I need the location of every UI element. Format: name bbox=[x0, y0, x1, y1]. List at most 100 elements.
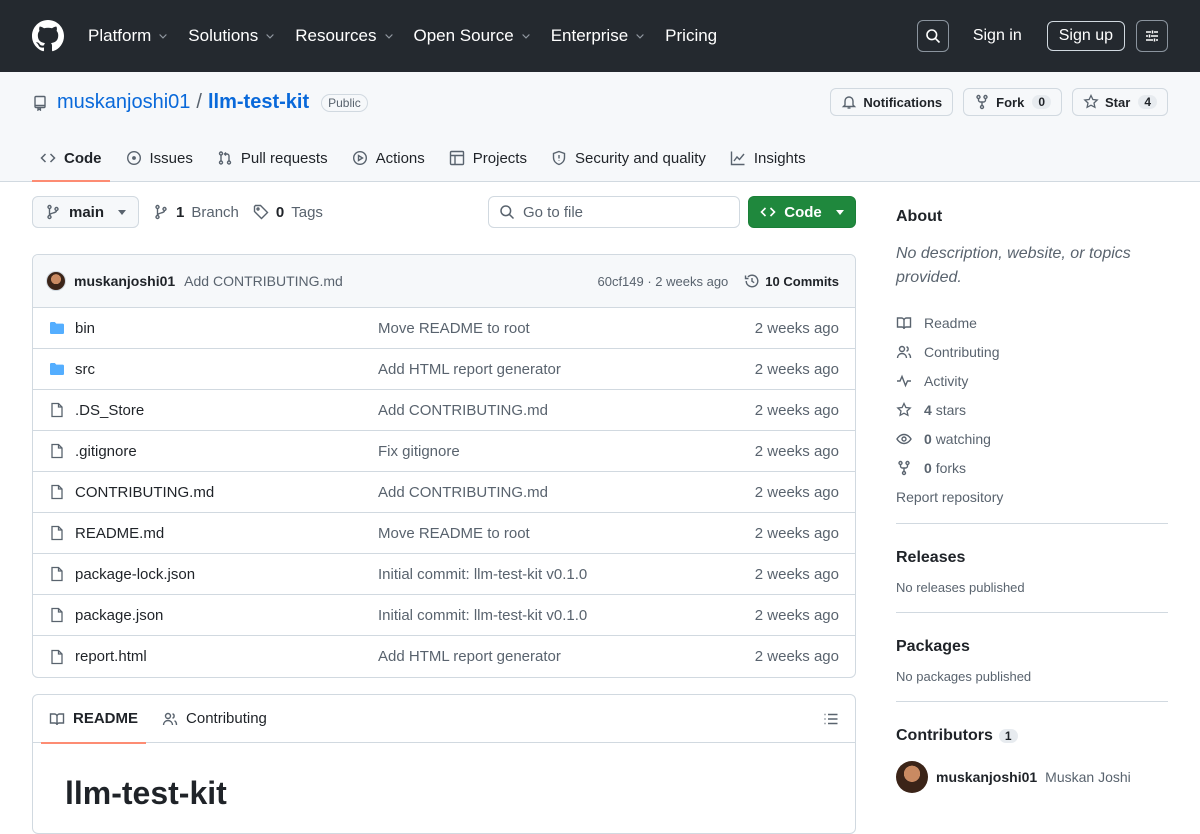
file-commit-message-link[interactable]: Move README to root bbox=[378, 525, 755, 542]
file-commit-message-link[interactable]: Add HTML report generator bbox=[378, 361, 755, 378]
eye-icon bbox=[896, 433, 912, 444]
sign-up-button[interactable]: Sign up bbox=[1046, 21, 1125, 51]
tab-actions[interactable]: Actions bbox=[344, 135, 433, 181]
repo-title: muskanjoshi01 / llm-test-kit Public bbox=[32, 91, 368, 114]
branches-link[interactable]: 1 Branch bbox=[153, 204, 239, 221]
folder-icon bbox=[50, 322, 64, 334]
table-row[interactable]: .DS_Store Add CONTRIBUTING.md 2 weeks ago bbox=[33, 390, 855, 431]
nav-open-source[interactable]: Open Source bbox=[414, 26, 532, 46]
file-name-link[interactable]: bin bbox=[75, 320, 378, 337]
commit-hash-age[interactable]: 60cf149 · 2 weeks ago bbox=[597, 274, 728, 289]
search-icon bbox=[500, 205, 515, 220]
code-icon bbox=[40, 153, 56, 163]
nav-enterprise[interactable]: Enterprise bbox=[551, 26, 646, 46]
file-commit-message-link[interactable]: Add CONTRIBUTING.md bbox=[378, 484, 755, 501]
readme-heading: llm-test-kit bbox=[65, 775, 227, 811]
file-name-link[interactable]: CONTRIBUTING.md bbox=[75, 484, 378, 501]
tab-label: Contributing bbox=[186, 710, 267, 727]
tab-label: Projects bbox=[472, 149, 527, 167]
file-commit-message-link[interactable]: Fix gitignore bbox=[378, 443, 755, 460]
repo-owner-link[interactable]: muskanjoshi01 bbox=[57, 91, 190, 114]
list-outline-icon[interactable] bbox=[823, 711, 839, 727]
commits-history-link[interactable]: 10 Commits bbox=[744, 273, 839, 289]
tab-label: Issues bbox=[149, 149, 193, 167]
notifications-button[interactable]: Notifications bbox=[830, 88, 954, 116]
caret-down-icon bbox=[835, 209, 844, 215]
contributors-label: Contributors bbox=[896, 727, 993, 744]
activity-label: Activity bbox=[924, 372, 969, 389]
table-row[interactable]: report.html Add HTML report generator 2 we… bbox=[33, 636, 855, 677]
file-name-link[interactable]: .gitignore bbox=[75, 443, 378, 460]
stars-link[interactable]: 4 stars bbox=[896, 395, 1168, 424]
table-row[interactable]: src Add HTML report generator 2 weeks ago bbox=[33, 349, 855, 390]
tab-issues[interactable]: Issues bbox=[118, 135, 201, 181]
file-icon bbox=[51, 566, 63, 582]
tab-pull-requests[interactable]: Pull requests bbox=[209, 135, 336, 181]
table-row[interactable]: CONTRIBUTING.md Add CONTRIBUTING.md 2 week… bbox=[33, 472, 855, 513]
star-button[interactable]: Star 4 bbox=[1072, 88, 1168, 116]
contributor-item[interactable]: muskanjoshi01 Muskan Joshi bbox=[896, 761, 1168, 793]
tab-contributing[interactable]: Contributing bbox=[154, 695, 275, 743]
code-dropdown-button[interactable]: Code bbox=[748, 196, 856, 228]
global-header: Platform Solutions Resources Open Source… bbox=[0, 0, 1200, 72]
nav-platform[interactable]: Platform bbox=[88, 26, 169, 46]
table-row[interactable]: .gitignore Fix gitignore 2 weeks ago bbox=[33, 431, 855, 472]
watching-link[interactable]: 0 watching bbox=[896, 424, 1168, 453]
commit-message-link[interactable]: Add CONTRIBUTING.md bbox=[184, 273, 343, 289]
releases-heading[interactable]: Releases bbox=[896, 549, 1168, 567]
people-icon bbox=[896, 345, 912, 358]
file-commit-age: 2 weeks ago bbox=[754, 648, 839, 665]
contributing-link[interactable]: Contributing bbox=[896, 337, 1168, 366]
table-row[interactable]: package-lock.json Initial commit: llm-tes… bbox=[33, 554, 855, 595]
table-row[interactable]: bin Move README to root 2 weeks ago bbox=[33, 308, 855, 349]
tab-insights[interactable]: Insights bbox=[722, 135, 814, 181]
table-row[interactable]: package.json Initial commit: llm-test-kit… bbox=[33, 595, 855, 636]
file-commit-message-link[interactable]: Add HTML report generator bbox=[378, 648, 755, 665]
repo-name-link[interactable]: llm-test-kit bbox=[208, 91, 309, 114]
fork-icon bbox=[976, 94, 988, 110]
go-to-file-input[interactable]: Go to file bbox=[488, 196, 740, 228]
report-repository-link[interactable]: Report repository bbox=[896, 482, 1168, 511]
file-commit-message-link[interactable]: Initial commit: llm-test-kit v0.1.0 bbox=[378, 607, 755, 624]
github-logo-icon[interactable] bbox=[32, 20, 64, 52]
file-name-link[interactable]: package-lock.json bbox=[75, 566, 378, 583]
menu-button[interactable] bbox=[1136, 20, 1168, 52]
file-name-link[interactable]: src bbox=[75, 361, 378, 378]
tab-security[interactable]: Security and quality bbox=[543, 135, 714, 181]
search-button[interactable] bbox=[916, 20, 949, 52]
tags-link[interactable]: 0 Tags bbox=[253, 204, 323, 221]
global-nav: Platform Solutions Resources Open Source… bbox=[88, 26, 736, 46]
tab-readme[interactable]: README bbox=[41, 695, 147, 744]
pull-request-icon bbox=[218, 151, 232, 165]
file-commit-message-link[interactable]: Add CONTRIBUTING.md bbox=[378, 402, 755, 419]
contributor-login[interactable]: muskanjoshi01 bbox=[936, 769, 1037, 785]
avatar[interactable] bbox=[896, 761, 928, 793]
avatar[interactable] bbox=[46, 271, 66, 291]
nav-pricing[interactable]: Pricing bbox=[665, 26, 717, 46]
file-name-link[interactable]: report.html bbox=[75, 648, 378, 665]
main-content: main 1 Branch 0 Tags Go to file Code mus… bbox=[32, 183, 856, 834]
play-icon bbox=[352, 150, 367, 166]
forks-link[interactable]: 0 forks bbox=[896, 453, 1168, 482]
nav-solutions[interactable]: Solutions bbox=[188, 26, 276, 46]
packages-heading[interactable]: Packages bbox=[896, 638, 1168, 656]
file-name-link[interactable]: .DS_Store bbox=[75, 402, 378, 419]
table-row[interactable]: README.md Move README to root 2 weeks ago bbox=[33, 513, 855, 554]
readme-link[interactable]: Readme bbox=[896, 308, 1168, 337]
activity-link[interactable]: Activity bbox=[896, 366, 1168, 395]
sign-in-link[interactable]: Sign in bbox=[973, 27, 1022, 45]
file-name-link[interactable]: package.json bbox=[75, 607, 378, 624]
tab-projects[interactable]: Projects bbox=[441, 135, 535, 181]
commit-author-link[interactable]: muskanjoshi01 bbox=[74, 273, 175, 289]
tab-code[interactable]: Code bbox=[32, 135, 110, 182]
contributors-heading[interactable]: Contributors 1 bbox=[896, 727, 1168, 745]
file-commit-age: 2 weeks ago bbox=[754, 442, 839, 460]
nav-resources[interactable]: Resources bbox=[295, 26, 394, 46]
file-name-link[interactable]: README.md bbox=[75, 525, 378, 542]
file-commit-message-link[interactable]: Move README to root bbox=[378, 320, 755, 337]
fork-button[interactable]: Fork 0 bbox=[963, 88, 1063, 116]
file-commit-age: 2 weeks ago bbox=[754, 319, 839, 337]
branch-select-button[interactable]: main bbox=[32, 196, 140, 228]
contributing-label: Contributing bbox=[924, 343, 1000, 360]
file-commit-message-link[interactable]: Initial commit: llm-test-kit v0.1.0 bbox=[378, 566, 755, 583]
